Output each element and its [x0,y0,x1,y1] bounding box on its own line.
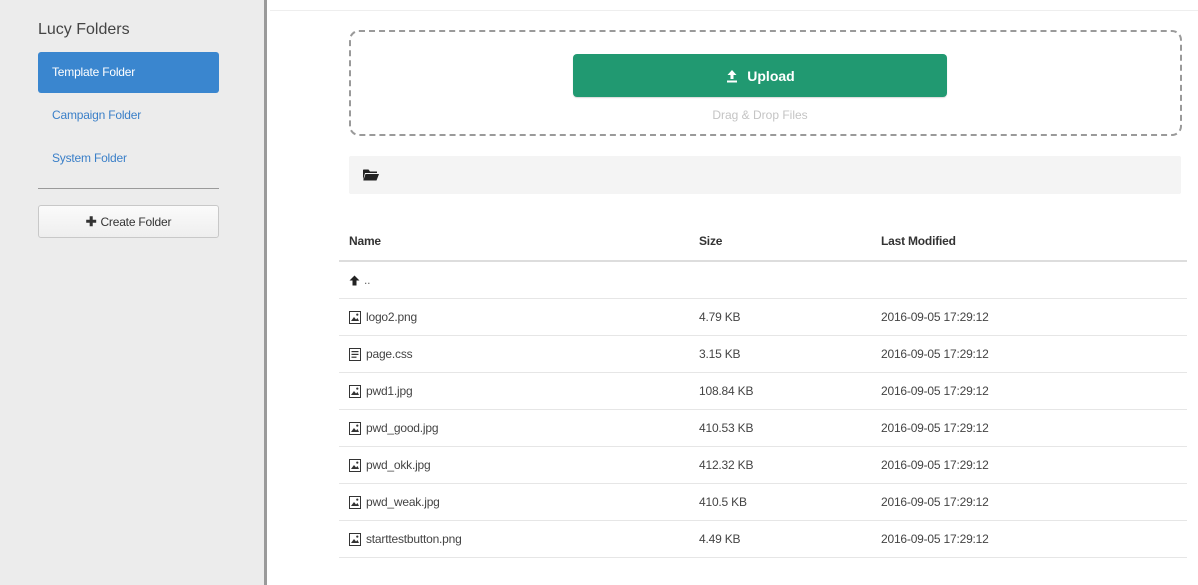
image-file-icon [349,495,361,509]
file-name[interactable]: starttestbutton.png [366,532,462,546]
drop-hint: Drag & Drop Files [712,108,808,122]
table-row[interactable]: starttestbutton.png 4.49 KB 2016-09-05 1… [339,520,1187,558]
create-folder-label: Create Folder [100,214,172,229]
file-name[interactable]: logo2.png [366,310,417,324]
file-modified: 2016-09-05 17:29:12 [871,483,1187,521]
plus-icon: ✚ [85,213,97,229]
file-size: 4.49 KB [689,520,871,558]
upload-label: Upload [747,67,795,84]
column-header-size[interactable]: Size [689,222,871,262]
folder-list: Template Folder Campaign Folder System F… [38,52,219,181]
folder-open-icon[interactable] [363,168,379,181]
table-row[interactable]: pwd1.jpg 108.84 KB 2016-09-05 17:29:12 [339,372,1187,410]
file-name[interactable]: pwd_weak.jpg [366,495,440,509]
upload-drop-zone[interactable]: Upload Drag & Drop Files [349,30,1182,136]
image-file-icon [349,458,361,472]
file-modified: 2016-09-05 17:29:12 [871,335,1187,373]
table-row[interactable]: pwd_weak.jpg 410.5 KB 2016-09-05 17:29:1… [339,483,1187,521]
arrow-up-icon [349,275,360,285]
parent-directory-label: .. [364,273,371,287]
sidebar-title: Lucy Folders [38,21,130,38]
top-divider [270,10,1198,11]
sidebar-divider [38,188,219,189]
file-size: 412.32 KB [689,446,871,484]
file-size: 4.79 KB [689,298,871,336]
table-row-parent[interactable]: .. [339,261,1187,299]
file-name[interactable]: pwd_okk.jpg [366,458,431,472]
file-size: 108.84 KB [689,372,871,410]
file-manager: Lucy Folders Template Folder Campaign Fo… [0,0,1198,585]
file-name[interactable]: page.css [366,347,413,361]
sidebar-item-system-folder[interactable]: System Folder [38,138,219,179]
file-size: 410.53 KB [689,409,871,447]
create-folder-button[interactable]: ✚ Create Folder [38,205,219,238]
table-row[interactable]: logo2.png 4.79 KB 2016-09-05 17:29:12 [339,298,1187,336]
sidebar-item-campaign-folder[interactable]: Campaign Folder [38,95,219,136]
column-header-modified[interactable]: Last Modified [871,222,1187,262]
sidebar-item-template-folder[interactable]: Template Folder [38,52,219,93]
upload-button[interactable]: Upload [573,54,947,97]
file-modified: 2016-09-05 17:29:12 [871,520,1187,558]
parent-directory-link[interactable]: .. [349,273,679,287]
table-row[interactable]: pwd_okk.jpg 412.32 KB 2016-09-05 17:29:1… [339,446,1187,484]
table-header-row: Name Size Last Modified [339,222,1187,262]
file-modified: 2016-09-05 17:29:12 [871,409,1187,447]
text-file-icon [349,347,361,361]
upload-icon [727,69,738,82]
file-name[interactable]: pwd1.jpg [366,384,413,398]
file-table: Name Size Last Modified .. logo2.png 4.7… [339,222,1187,558]
image-file-icon [349,421,361,435]
image-file-icon [349,384,361,398]
sidebar: Lucy Folders Template Folder Campaign Fo… [0,0,267,585]
breadcrumb [349,156,1181,194]
table-row[interactable]: pwd_good.jpg 410.53 KB 2016-09-05 17:29:… [339,409,1187,447]
image-file-icon [349,310,361,324]
table-row[interactable]: page.css 3.15 KB 2016-09-05 17:29:12 [339,335,1187,373]
file-size: 3.15 KB [689,335,871,373]
column-header-name[interactable]: Name [339,222,689,262]
file-modified: 2016-09-05 17:29:12 [871,446,1187,484]
file-name[interactable]: pwd_good.jpg [366,421,439,435]
file-modified: 2016-09-05 17:29:12 [871,372,1187,410]
image-file-icon [349,532,361,546]
file-modified: 2016-09-05 17:29:12 [871,298,1187,336]
file-size: 410.5 KB [689,483,871,521]
